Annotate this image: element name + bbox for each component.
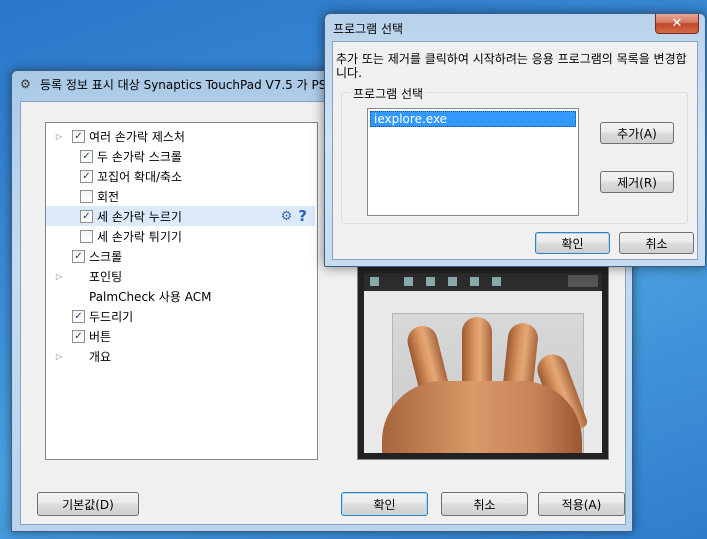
tree-item[interactable]: ✓ 두드리기 (46, 306, 315, 326)
apply-button[interactable]: 적용(A) (538, 492, 625, 516)
dialog-titlebar[interactable]: 프로그램 선택 (333, 17, 403, 39)
tree-item[interactable]: PalmCheck 사용 ACM (46, 286, 315, 306)
tree-checkbox[interactable]: ✓ (72, 309, 85, 323)
program-select-dialog: 프로그램 선택 ✕ 추가 또는 제거를 클릭하여 시작하려는 응용 프로그램의 … (324, 13, 706, 267)
dialog-ok-button[interactable]: 확인 (535, 232, 610, 254)
dialog-cancel-button[interactable]: 취소 (619, 232, 694, 254)
close-button[interactable]: ✕ (655, 14, 699, 34)
tree-item[interactable]: ✓ 스크롤 (46, 246, 315, 266)
cancel-button[interactable]: 취소 (441, 492, 528, 516)
tree-item-label: 포인팅 (89, 269, 123, 284)
tree-item-label: 개요 (89, 349, 112, 364)
tree-item[interactable]: ✓ 꼬집어 확대/축소 (46, 166, 315, 186)
tree-item[interactable]: ✓ 세 손가락 누르기 ⚙? (46, 206, 315, 226)
tree-checkbox[interactable]: ✓ (80, 209, 93, 223)
dialog-title: 프로그램 선택 (333, 21, 404, 36)
tree-checkbox[interactable]: ✓ (80, 169, 93, 183)
program-list[interactable]: iexplore.exe (367, 108, 579, 216)
dialog-client-area: 추가 또는 제거를 클릭하여 시작하려는 응용 프로그램의 목록을 변경합니다.… (332, 41, 698, 260)
tree-checkbox[interactable]: ✓ (72, 249, 85, 263)
main-window-title: 등록 정보 표시 대상 Synaptics TouchPad V7.5 가 PS… (40, 77, 331, 92)
add-program-button[interactable]: 추가(A) (600, 122, 674, 144)
dialog-description: 추가 또는 제거를 클릭하여 시작하려는 응용 프로그램의 목록을 변경합니다. (336, 52, 687, 80)
touchpad-icon: ⚙ (20, 77, 31, 91)
tree-item-label: 여러 손가락 제스처 (89, 129, 185, 144)
tree-item-label: 두드리기 (89, 309, 134, 324)
tree-item[interactable]: ✓ 버튼 (46, 326, 315, 346)
gesture-tree-view[interactable]: ▷ ✓ 여러 손가락 제스처 ✓ 두 손가락 스크롤 ✓ 꼬집어 확대/축소회전 ✓ 세 손가락… (45, 122, 318, 460)
tree-item-label: 세 손가락 누르기 (97, 209, 182, 224)
tree-item[interactable]: 세 손가락 튀기기 (46, 226, 315, 246)
remove-program-button[interactable]: 제거(R) (600, 171, 674, 193)
program-select-group: 프로그램 선택 iexplore.exe 추가(A) 제거(R) (341, 85, 688, 224)
tree-checkbox[interactable]: ✓ (80, 149, 93, 163)
tree-item-label: 꼬집어 확대/축소 (97, 169, 183, 184)
tree-item[interactable]: ✓ 두 손가락 스크롤 (46, 146, 315, 166)
group-label: 프로그램 선택 (350, 85, 427, 102)
tree-item-label: 회전 (97, 189, 120, 204)
expand-arrow-icon[interactable]: ▷ (54, 132, 64, 141)
tree-item-label: 버튼 (89, 329, 112, 344)
tree-checkbox[interactable] (80, 229, 93, 243)
tree-item-label: 세 손가락 튀기기 (97, 229, 182, 244)
close-icon: ✕ (671, 16, 683, 31)
tree-item[interactable]: ▷ 개요 (46, 346, 315, 366)
tree-item[interactable]: ▷ ✓ 여러 손가락 제스처 (46, 126, 315, 146)
preview-hand (382, 381, 582, 453)
preview-screen (364, 273, 602, 453)
tree-checkbox[interactable] (80, 189, 93, 203)
tree-item-label: 스크롤 (89, 249, 123, 264)
ok-button[interactable]: 확인 (341, 492, 428, 516)
program-list-item[interactable]: iexplore.exe (370, 111, 576, 127)
restore-defaults-button[interactable]: 기본값(D) (37, 492, 139, 516)
expand-arrow-icon[interactable]: ▷ (54, 272, 64, 281)
gear-icon[interactable]: ⚙ (281, 209, 293, 224)
tree-item-label: PalmCheck 사용 ACM (89, 289, 212, 304)
tree-item[interactable]: ▷ 포인팅 (46, 266, 315, 286)
tree-checkbox[interactable]: ✓ (72, 129, 85, 143)
help-icon[interactable]: ? (298, 207, 307, 225)
expand-arrow-icon[interactable]: ▷ (54, 352, 64, 361)
tree-item[interactable]: 회전 (46, 186, 315, 206)
tree-checkbox[interactable]: ✓ (72, 329, 85, 343)
preview-taskbar (364, 273, 602, 291)
tree-item-label: 두 손가락 스크롤 (97, 149, 182, 164)
